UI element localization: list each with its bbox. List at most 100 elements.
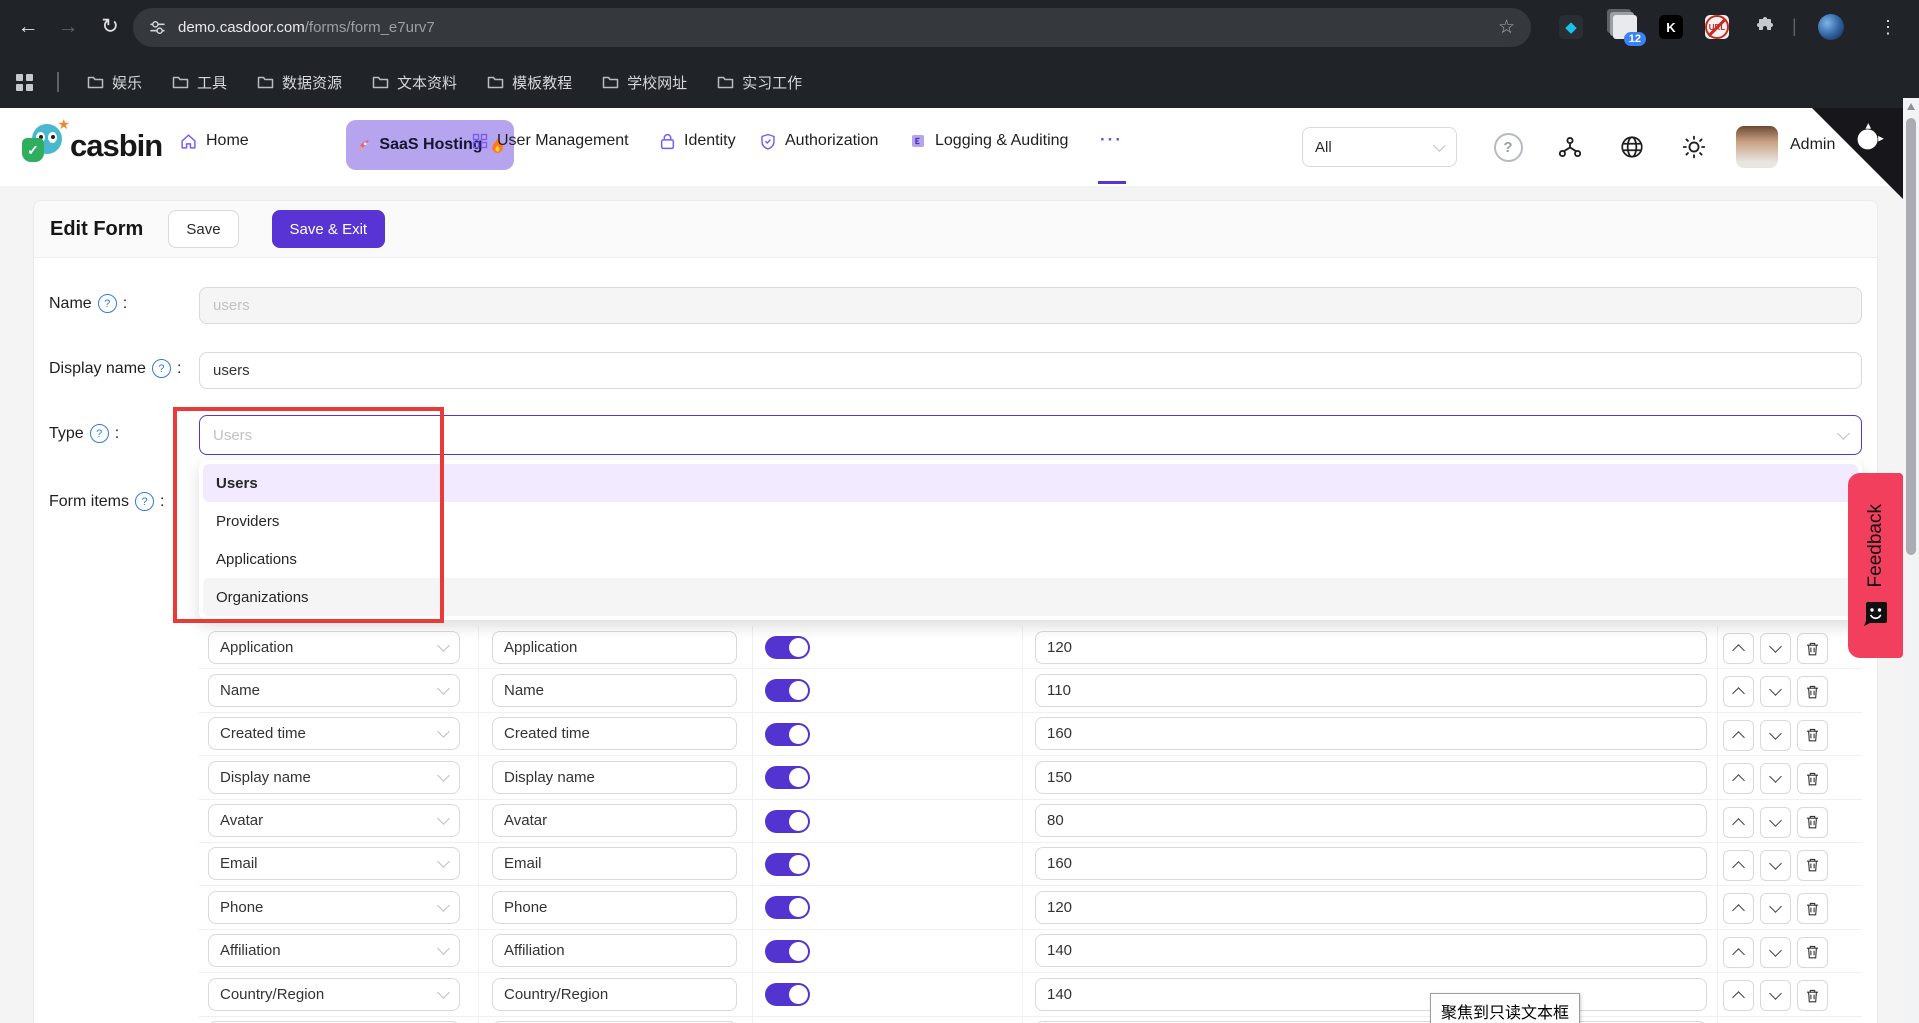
delete-row-button[interactable] (1797, 720, 1828, 751)
bookmark-folder[interactable]: 模板教程 (479, 68, 580, 97)
visible-toggle-on[interactable] (765, 810, 810, 833)
display-name-cell-input[interactable]: Name (492, 674, 737, 707)
bookmark-folder[interactable]: 工具 (164, 68, 235, 97)
move-up-button[interactable] (1723, 850, 1754, 881)
bookmark-folder[interactable]: 数据资源 (249, 68, 350, 97)
theme-sun-icon[interactable] (1679, 132, 1709, 162)
type-select[interactable]: Users (199, 415, 1862, 455)
field-select[interactable]: Created time (208, 717, 460, 750)
width-input[interactable]: 150 (1035, 761, 1707, 794)
organization-select[interactable]: All (1302, 127, 1457, 167)
apps-grid-icon[interactable] (16, 74, 33, 91)
forward-icon[interactable]: → (54, 13, 82, 41)
save-button[interactable]: Save (168, 210, 238, 248)
nav-item-user-management[interactable]: User Management (472, 132, 629, 150)
move-up-button[interactable] (1723, 807, 1754, 838)
nav-item-home[interactable]: Home (180, 132, 249, 150)
move-down-button[interactable] (1760, 676, 1791, 707)
help-circle-icon[interactable]: ? (135, 492, 154, 511)
url-bar[interactable]: demo.casdoor.com/forms/form_e7urv7 ☆ (133, 8, 1531, 47)
help-circle-icon[interactable]: ? (152, 359, 171, 378)
visible-toggle-on[interactable] (765, 723, 810, 746)
visible-toggle-on[interactable] (765, 983, 810, 1006)
help-icon[interactable]: ? (1493, 132, 1523, 162)
visible-toggle-on[interactable] (765, 896, 810, 919)
user-name[interactable]: Admin (1790, 136, 1835, 154)
move-down-button[interactable] (1760, 720, 1791, 751)
move-up-button[interactable] (1723, 980, 1754, 1011)
move-down-button[interactable] (1760, 763, 1791, 794)
extension-url-blocker-icon[interactable]: URL (1702, 12, 1732, 42)
width-input[interactable]: 140 (1035, 978, 1707, 1011)
bookmark-folder[interactable]: 娱乐 (79, 68, 150, 97)
move-up-button[interactable] (1723, 633, 1754, 664)
back-icon[interactable]: ← (14, 13, 42, 41)
move-down-button[interactable] (1760, 850, 1791, 881)
extension-tabs-icon[interactable]: 12 (1610, 12, 1640, 42)
move-down-button[interactable] (1760, 980, 1791, 1011)
display-name-input[interactable]: users (199, 352, 1862, 389)
site-settings-icon[interactable] (149, 19, 166, 36)
delete-row-button[interactable] (1797, 893, 1828, 924)
visible-toggle-on[interactable] (765, 766, 810, 789)
extension-diamond-icon[interactable]: ◆ (1556, 12, 1586, 42)
help-circle-icon[interactable]: ? (90, 424, 109, 443)
width-input[interactable]: 140 (1035, 934, 1707, 967)
delete-row-button[interactable] (1797, 763, 1828, 794)
move-up-button[interactable] (1723, 676, 1754, 707)
delete-row-button[interactable] (1797, 676, 1828, 707)
move-down-button[interactable] (1760, 807, 1791, 838)
visible-toggle-on[interactable] (765, 853, 810, 876)
display-name-cell-input[interactable]: Affiliation (492, 934, 737, 967)
scrollbar-thumb[interactable] (1906, 118, 1916, 555)
visible-toggle-on[interactable] (765, 636, 810, 659)
move-up-button[interactable] (1723, 937, 1754, 968)
display-name-cell-input[interactable]: Application (492, 631, 737, 664)
move-up-button[interactable] (1723, 763, 1754, 794)
field-select[interactable]: Name (208, 674, 460, 707)
delete-row-button[interactable] (1797, 633, 1828, 664)
delete-row-button[interactable] (1797, 850, 1828, 881)
delete-row-button[interactable] (1797, 937, 1828, 968)
delete-row-button[interactable] (1797, 980, 1828, 1011)
user-avatar[interactable] (1736, 126, 1778, 168)
extension-k-icon[interactable]: K (1656, 12, 1686, 42)
width-input[interactable]: 120 (1035, 891, 1707, 924)
bookmark-folder[interactable]: 学校网址 (594, 68, 695, 97)
field-select[interactable]: Display name (208, 761, 460, 794)
nav-item-identity[interactable]: Identity (660, 132, 736, 150)
dropdown-option-organizations[interactable]: Organizations (203, 578, 1858, 616)
move-up-button[interactable] (1723, 893, 1754, 924)
casbin-logo[interactable]: ✓ ★ casbin (22, 122, 162, 170)
delete-row-button[interactable] (1797, 807, 1828, 838)
display-name-cell-input[interactable]: Created time (492, 717, 737, 750)
feedback-tab[interactable]: Feedback (1848, 473, 1903, 658)
width-input[interactable]: 160 (1035, 717, 1707, 750)
display-name-cell-input[interactable]: Email (492, 847, 737, 880)
chrome-menu-icon[interactable]: ⋮ (1874, 13, 1902, 41)
save-exit-button[interactable]: Save & Exit (272, 210, 386, 248)
display-name-cell-input[interactable]: Country/Region (492, 978, 737, 1011)
visible-toggle-on[interactable] (765, 940, 810, 963)
dropdown-option-applications[interactable]: Applications (203, 540, 1858, 578)
move-down-button[interactable] (1760, 937, 1791, 968)
page-scrollbar[interactable] (1903, 98, 1919, 1023)
field-select[interactable]: Avatar (208, 804, 460, 837)
nav-item-logging-auditing[interactable]: Logging & Auditing (910, 132, 1068, 150)
bookmark-folder[interactable]: 文本资料 (364, 68, 465, 97)
visible-toggle-on[interactable] (765, 679, 810, 702)
sitemap-icon[interactable] (1555, 132, 1585, 162)
scrollbar-up-arrow-icon[interactable] (1907, 103, 1915, 110)
display-name-cell-input[interactable]: Avatar (492, 804, 737, 837)
move-up-button[interactable] (1723, 720, 1754, 751)
field-select[interactable]: Email (208, 847, 460, 880)
bookmark-star-icon[interactable]: ☆ (1498, 16, 1515, 39)
move-down-button[interactable] (1760, 633, 1791, 664)
language-globe-icon[interactable] (1617, 132, 1647, 162)
nav-item-authorization[interactable]: Authorization (760, 132, 878, 150)
dropdown-option-users[interactable]: Users (203, 464, 1858, 502)
width-input[interactable]: 80 (1035, 804, 1707, 837)
display-name-cell-input[interactable]: Display name (492, 761, 737, 794)
nav-more-icon[interactable]: ··· (1100, 130, 1123, 150)
reload-icon[interactable]: ↻ (96, 13, 124, 41)
